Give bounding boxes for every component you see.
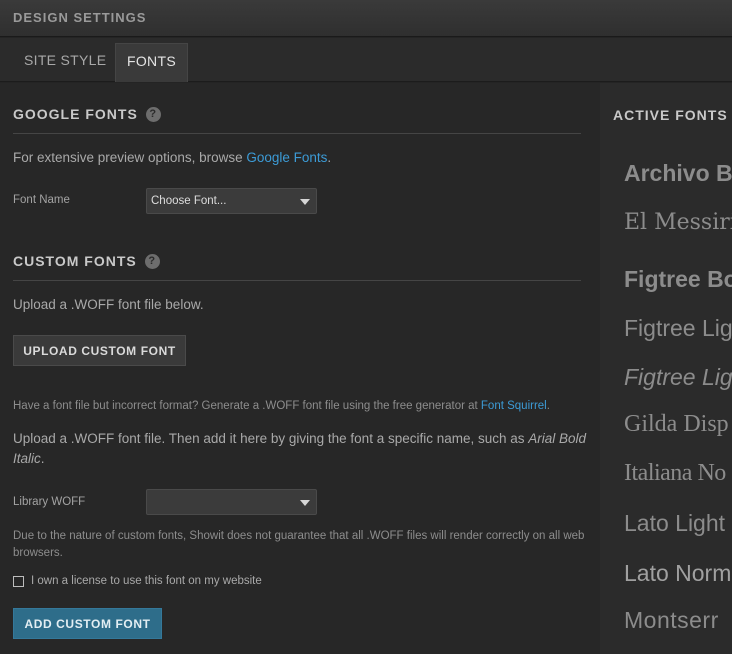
active-font-item[interactable]: Figtree Lig	[624, 315, 732, 342]
instructions-text: Upload a .WOFF font file. Then add it he…	[13, 431, 529, 446]
active-font-item[interactable]: Archivo B	[624, 160, 732, 187]
google-fonts-link[interactable]: Google Fonts	[246, 150, 327, 165]
intro-text: For extensive preview options, browse	[13, 150, 247, 165]
library-woff-select[interactable]	[146, 489, 317, 515]
google-fonts-heading: GOOGLE FONTS?	[13, 106, 161, 122]
window-titlebar: DESIGN SETTINGS	[0, 0, 732, 37]
font-name-label: Font Name	[13, 194, 70, 206]
active-font-item[interactable]: Italiana No	[624, 460, 726, 487]
active-font-item[interactable]: Gilda Disp	[624, 411, 729, 438]
upload-intro: Upload a .WOFF font file below.	[13, 297, 204, 312]
font-name-select-value: Choose Font...	[151, 195, 227, 207]
divider	[13, 280, 581, 281]
custom-font-disclaimer: Due to the nature of custom fonts, Showi…	[13, 530, 585, 559]
help-icon[interactable]: ?	[144, 254, 160, 269]
upload-custom-font-button[interactable]: UPLOAD CUSTOM FONT	[13, 335, 186, 366]
help-icon[interactable]: ?	[145, 107, 161, 122]
custom-fonts-heading: CUSTOM FONTS?	[13, 253, 160, 269]
active-font-item[interactable]: Lato Light	[624, 510, 725, 537]
font-squirrel-link[interactable]: Font Squirrel	[481, 400, 547, 412]
chevron-down-icon	[300, 199, 310, 205]
window-title: DESIGN SETTINGS	[13, 10, 147, 25]
custom-fonts-heading-text: CUSTOM FONTS	[13, 253, 137, 269]
active-fonts-panel: ACTIVE FONTS Archivo B El Messiri Figtre…	[600, 83, 732, 654]
tab-fonts[interactable]: FONTS	[115, 43, 188, 82]
library-woff-label: Library WOFF	[13, 496, 86, 508]
convert-note-text: Have a font file but incorrect format? G…	[13, 400, 481, 412]
add-custom-font-button[interactable]: ADD CUSTOM FONT	[13, 608, 162, 639]
active-font-item[interactable]: Figtree Lig	[624, 364, 732, 391]
font-name-select[interactable]: Choose Font...	[146, 188, 317, 214]
google-fonts-intro: For extensive preview options, browse Go…	[13, 150, 331, 165]
intro-period: .	[327, 150, 332, 165]
convert-note: Have a font file but incorrect format? G…	[13, 400, 550, 412]
fonts-main-panel: GOOGLE FONTS? For extensive preview opti…	[0, 83, 600, 654]
active-font-item[interactable]: Montserr	[624, 607, 719, 634]
active-font-item[interactable]: El Messiri	[624, 210, 732, 235]
tab-site-style[interactable]: SITE STYLE	[14, 43, 116, 82]
google-fonts-heading-text: GOOGLE FONTS	[13, 106, 138, 122]
convert-note-period: .	[546, 400, 550, 412]
chevron-down-icon	[300, 500, 310, 506]
custom-font-instructions: Upload a .WOFF font file. Then add it he…	[13, 429, 588, 469]
license-checkbox-label[interactable]: I own a license to use this font on my w…	[31, 575, 262, 587]
license-checkbox[interactable]	[13, 576, 24, 587]
active-font-item[interactable]: Lato Norm	[624, 560, 731, 587]
instructions-period: .	[40, 451, 45, 466]
active-fonts-heading: ACTIVE FONTS	[613, 107, 728, 123]
tab-bar: SITE STYLE FONTS	[0, 38, 732, 82]
active-font-item[interactable]: Figtree Bo	[624, 266, 732, 293]
divider	[13, 133, 581, 134]
